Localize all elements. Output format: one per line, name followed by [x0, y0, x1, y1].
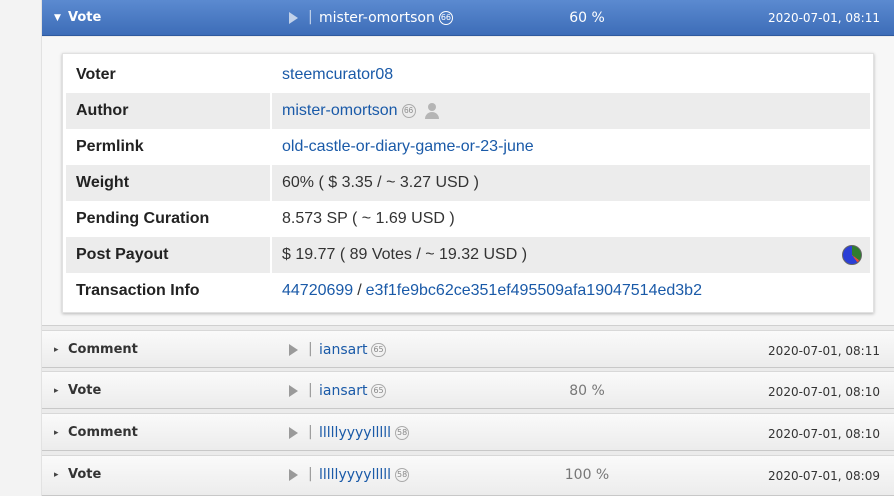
- tx-separator: /: [357, 282, 362, 299]
- caret-right-icon[interactable]: ▸: [54, 345, 59, 355]
- timestamp: 2020-07-01, 08:11: [768, 11, 880, 25]
- operation-type: Vote: [68, 10, 102, 25]
- detail-row-transaction-info: Transaction Info 44720699 / e3f1fe9bc62c…: [66, 273, 870, 309]
- reputation-badge: 65: [371, 384, 386, 398]
- person-icon[interactable]: [424, 103, 440, 119]
- reputation-badge: 66: [438, 11, 454, 25]
- timestamp: 2020-07-01, 08:09: [768, 469, 880, 483]
- pending-curation-value: 8.573 SP ( ~ 1.69 USD ): [282, 210, 455, 227]
- detail-row-permlink: Permlink old-castle-or-diary-game-or-23-…: [66, 129, 870, 165]
- separator: |: [308, 9, 313, 25]
- block-number-link[interactable]: 44720699: [282, 282, 353, 300]
- post-payout-label: Post Payout: [66, 237, 272, 273]
- weight-label: Weight: [66, 165, 272, 201]
- voter-label: Voter: [66, 57, 272, 93]
- operation-type: Vote: [68, 467, 102, 482]
- user-link[interactable]: iansart 65: [319, 342, 386, 358]
- separator: |: [308, 341, 313, 357]
- voter-value-link[interactable]: steemcurator08: [282, 66, 393, 84]
- vote-percent: 100 %: [564, 467, 610, 483]
- caret-down-icon[interactable]: ▼: [54, 13, 61, 23]
- caret-right-icon[interactable]: ▸: [54, 428, 59, 438]
- user-link[interactable]: lllllyyyylllll 58: [319, 467, 410, 483]
- detail-row-voter: Voter steemcurator08: [66, 57, 870, 93]
- operation-row-vote-expanded[interactable]: ▼ Vote | mister-omortson 66 60 % 2020-07-…: [42, 0, 894, 36]
- vote-percent: 60 %: [569, 10, 605, 26]
- weight-value: 60% ( $ 3.35 / ~ 3.27 USD ): [282, 174, 479, 191]
- play-icon[interactable]: [289, 427, 298, 439]
- reputation-badge: 58: [395, 468, 410, 482]
- operation-row-vote[interactable]: ▸ Vote | lllllyyyylllll 58 100 % 2020-07-…: [42, 455, 894, 496]
- details-table: Voter steemcurator08 Author mister-omort…: [62, 53, 874, 313]
- detail-row-pending-curation: Pending Curation 8.573 SP ( ~ 1.69 USD ): [66, 201, 870, 237]
- transaction-id-link[interactable]: e3f1fe9bc62ce351ef495509afa19047514ed3b2: [366, 282, 702, 300]
- operation-type: Vote: [68, 383, 102, 398]
- detail-row-weight: Weight 60% ( $ 3.35 / ~ 3.27 USD ): [66, 165, 870, 201]
- vote-percent: 80 %: [569, 383, 605, 399]
- user-link[interactable]: iansart 65: [319, 383, 386, 399]
- left-gutter: [0, 0, 42, 496]
- play-icon[interactable]: [289, 469, 298, 481]
- detail-row-post-payout: Post Payout $ 19.77 ( 89 Votes / ~ 19.32…: [66, 237, 870, 273]
- timestamp: 2020-07-01, 08:11: [768, 344, 880, 358]
- caret-right-icon[interactable]: ▸: [54, 386, 59, 396]
- voter-link[interactable]: mister-omortson 66: [319, 10, 454, 26]
- play-icon[interactable]: [289, 385, 298, 397]
- author-value-link[interactable]: mister-omortson: [282, 102, 398, 120]
- detail-row-author: Author mister-omortson 66: [66, 93, 870, 129]
- permlink-label: Permlink: [66, 129, 272, 165]
- user-link[interactable]: lllllyyyylllll 58: [319, 425, 410, 441]
- pie-chart-icon[interactable]: [842, 245, 862, 265]
- separator: |: [308, 382, 313, 398]
- operation-row-comment[interactable]: ▸ Comment | iansart 65 2020-07-01, 08:11: [42, 330, 894, 368]
- author-label: Author: [66, 93, 272, 129]
- post-payout-value: $ 19.77 ( 89 Votes / ~ 19.32 USD ): [282, 246, 528, 263]
- separator: |: [308, 466, 313, 482]
- timestamp: 2020-07-01, 08:10: [768, 385, 880, 399]
- operation-row-comment[interactable]: ▸ Comment | lllllyyyylllll 58 2020-07-01,…: [42, 413, 894, 451]
- operation-row-vote[interactable]: ▸ Vote | iansart 65 80 % 2020-07-01, 08:1…: [42, 371, 894, 409]
- operation-type: Comment: [68, 425, 138, 440]
- reputation-badge: 65: [371, 343, 386, 357]
- play-icon[interactable]: [289, 344, 298, 356]
- play-icon[interactable]: [289, 12, 298, 24]
- author-reputation-badge: 66: [401, 104, 416, 118]
- timestamp: 2020-07-01, 08:10: [768, 427, 880, 441]
- transaction-info-label: Transaction Info: [66, 273, 272, 309]
- permlink-value-link[interactable]: old-castle-or-diary-game-or-23-june: [282, 138, 534, 156]
- separator: |: [308, 424, 313, 440]
- pending-curation-label: Pending Curation: [66, 201, 272, 237]
- reputation-badge: 58: [395, 426, 410, 440]
- operation-details-panel: Voter steemcurator08 Author mister-omort…: [42, 37, 894, 326]
- operation-type: Comment: [68, 342, 138, 357]
- caret-right-icon[interactable]: ▸: [54, 470, 59, 480]
